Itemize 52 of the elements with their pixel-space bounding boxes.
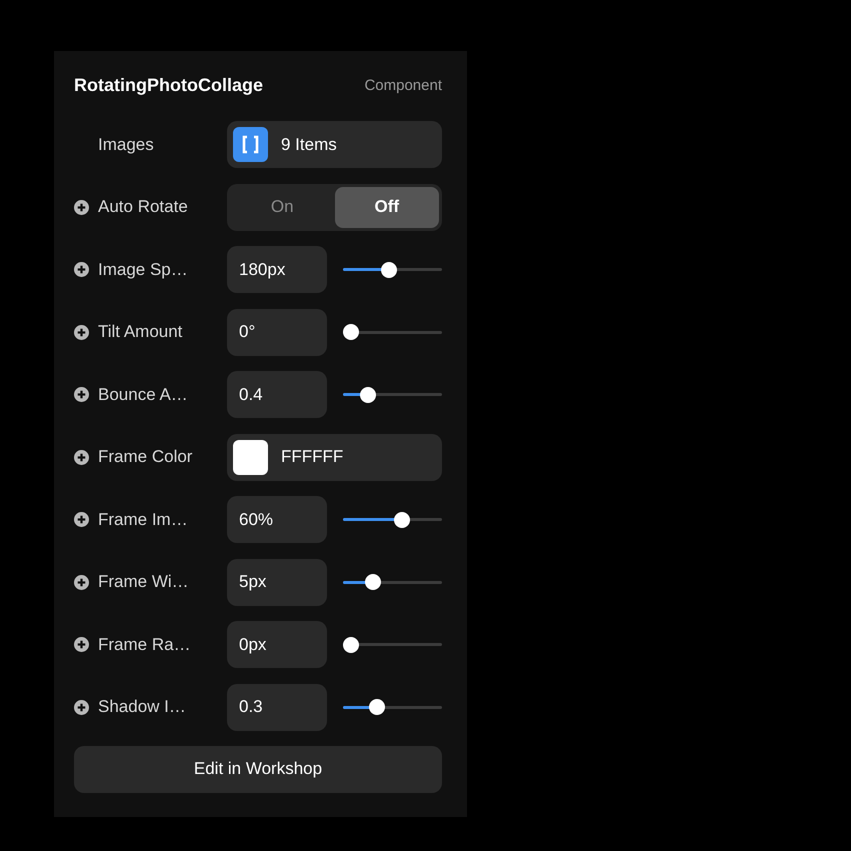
- add-circle-icon[interactable]: [74, 512, 89, 527]
- property-label: Images: [98, 134, 154, 154]
- number-input[interactable]: 0px: [227, 621, 327, 668]
- edit-in-workshop-button[interactable]: Edit in Workshop: [74, 746, 442, 792]
- property-label: Tilt Amount: [98, 322, 182, 342]
- number-input[interactable]: 180px: [227, 246, 327, 293]
- segmented-control[interactable]: On Off: [227, 184, 442, 230]
- property-label: Frame Color: [98, 447, 192, 467]
- property-label: Bounce A…: [98, 384, 188, 404]
- component-type-label: Component: [364, 76, 442, 94]
- add-circle-icon[interactable]: [74, 262, 89, 277]
- add-circle-icon[interactable]: [74, 700, 89, 714]
- slider[interactable]: [343, 574, 442, 590]
- number-input[interactable]: 0.4: [227, 371, 327, 418]
- slider[interactable]: [343, 512, 442, 528]
- slider-thumb[interactable]: [365, 574, 382, 590]
- slider[interactable]: [343, 262, 442, 278]
- property-label: Auto Rotate: [98, 197, 188, 217]
- color-field[interactable]: FFFFFF: [227, 434, 442, 480]
- toggle-option[interactable]: Off: [334, 186, 439, 228]
- number-input[interactable]: 0.3: [227, 684, 327, 730]
- slider-thumb[interactable]: [343, 324, 359, 340]
- slider[interactable]: [343, 386, 442, 402]
- add-circle-icon[interactable]: [74, 387, 89, 402]
- number-input[interactable]: 5px: [227, 558, 327, 606]
- property-label: Shadow I…: [98, 697, 186, 717]
- property-label: Image Sp…: [98, 260, 188, 280]
- property-label: Frame Ra…: [98, 634, 191, 654]
- add-circle-icon[interactable]: [74, 637, 89, 652]
- add-circle-icon[interactable]: [74, 574, 89, 590]
- component-title: RotatingPhotoCollage: [74, 74, 263, 96]
- add-circle-icon[interactable]: [74, 200, 89, 214]
- number-input[interactable]: 0°: [227, 308, 327, 356]
- items-count: 9 Items: [281, 134, 337, 154]
- slider-thumb[interactable]: [394, 512, 410, 528]
- property-label: Frame Wi…: [98, 572, 189, 592]
- number-input[interactable]: 60%: [227, 496, 327, 543]
- add-circle-icon[interactable]: [74, 324, 89, 340]
- slider[interactable]: [343, 699, 442, 715]
- toggle-option[interactable]: On: [230, 186, 334, 228]
- brackets-icon: [233, 127, 268, 162]
- color-swatch[interactable]: [233, 440, 268, 474]
- slider[interactable]: [343, 636, 442, 652]
- slider-thumb[interactable]: [381, 262, 398, 278]
- slider-thumb[interactable]: [368, 699, 384, 715]
- add-circle-icon[interactable]: [74, 450, 89, 464]
- color-hex-value: FFFFFF: [281, 447, 344, 467]
- slider-thumb[interactable]: [360, 386, 376, 402]
- slider[interactable]: [343, 324, 442, 340]
- slider-thumb[interactable]: [343, 636, 359, 652]
- items-field[interactable]: 9 Items: [227, 121, 442, 168]
- property-label: Frame Im…: [98, 510, 188, 530]
